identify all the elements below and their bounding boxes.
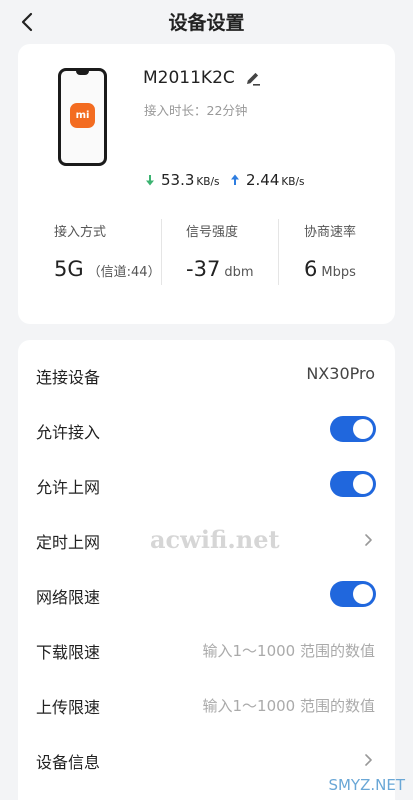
settings-card: 连接设备 NX30Pro 允许接入 允许上网 定时上网 网络限速 下载限速 输入…: [18, 340, 395, 800]
connected-device-row: 连接设备 NX30Pro: [18, 348, 395, 403]
online-duration: 接入时长：22分钟: [144, 103, 248, 118]
upload-speed: 2.44 KB/s: [246, 171, 305, 189]
speed-limit-row: 网络限速: [18, 568, 395, 623]
edit-icon[interactable]: [244, 69, 262, 87]
download-speed: 53.3 KB/s: [161, 171, 220, 189]
upload-limit-label: 上传限速: [36, 698, 101, 717]
header: 设备设置: [0, 0, 413, 44]
divider: [161, 219, 162, 285]
allow-internet-label: 允许上网: [36, 478, 101, 497]
speed-limit-label: 网络限速: [36, 588, 101, 607]
negotiated-rate-label: 协商速率: [304, 225, 357, 240]
download-arrow-icon: [146, 175, 154, 186]
connected-device-label: 连接设备: [36, 368, 101, 387]
watermark: acwifi.net: [150, 525, 280, 554]
download-limit-label: 下载限速: [36, 643, 101, 662]
xiaomi-logo-icon: mi: [70, 103, 95, 128]
connected-device-value: NX30Pro: [306, 364, 375, 383]
signal-strength-value: -37 dbm: [186, 257, 254, 281]
access-mode-value: 5G （信道:44）: [54, 257, 161, 281]
chevron-right-icon: [365, 534, 372, 546]
upload-limit-row: 上传限速 输入1～1000 范围的数值: [18, 678, 395, 733]
signal-strength-label: 信号强度: [186, 225, 239, 240]
allow-internet-toggle[interactable]: [330, 471, 376, 497]
download-limit-input[interactable]: 输入1～1000 范围的数值: [203, 640, 376, 661]
chevron-right-icon: [365, 754, 372, 766]
allow-access-label: 允许接入: [36, 423, 101, 442]
device-info-label: 设备信息: [36, 753, 101, 772]
device-card: mi M2011K2C 接入时长：22分钟 53.3 KB/s 2.44 KB/s …: [18, 44, 395, 324]
page-title: 设备设置: [168, 12, 245, 34]
speed-limit-toggle[interactable]: [330, 581, 376, 607]
device-name: M2011K2C: [143, 68, 235, 88]
download-limit-row: 下载限速 输入1～1000 范围的数值: [18, 623, 395, 678]
upload-arrow-icon: [231, 174, 239, 185]
phone-icon: mi: [58, 68, 107, 166]
divider: [278, 219, 279, 285]
scheduled-internet-label: 定时上网: [36, 533, 101, 552]
allow-internet-row: 允许上网: [18, 458, 395, 513]
allow-access-toggle[interactable]: [330, 416, 376, 442]
negotiated-rate-value: 6 Mbps: [304, 257, 356, 281]
upload-limit-input[interactable]: 输入1～1000 范围的数值: [203, 695, 376, 716]
allow-access-row: 允许接入: [18, 403, 395, 458]
access-mode-label: 接入方式: [54, 225, 107, 240]
corner-watermark: SMYZ.NET: [328, 776, 405, 794]
